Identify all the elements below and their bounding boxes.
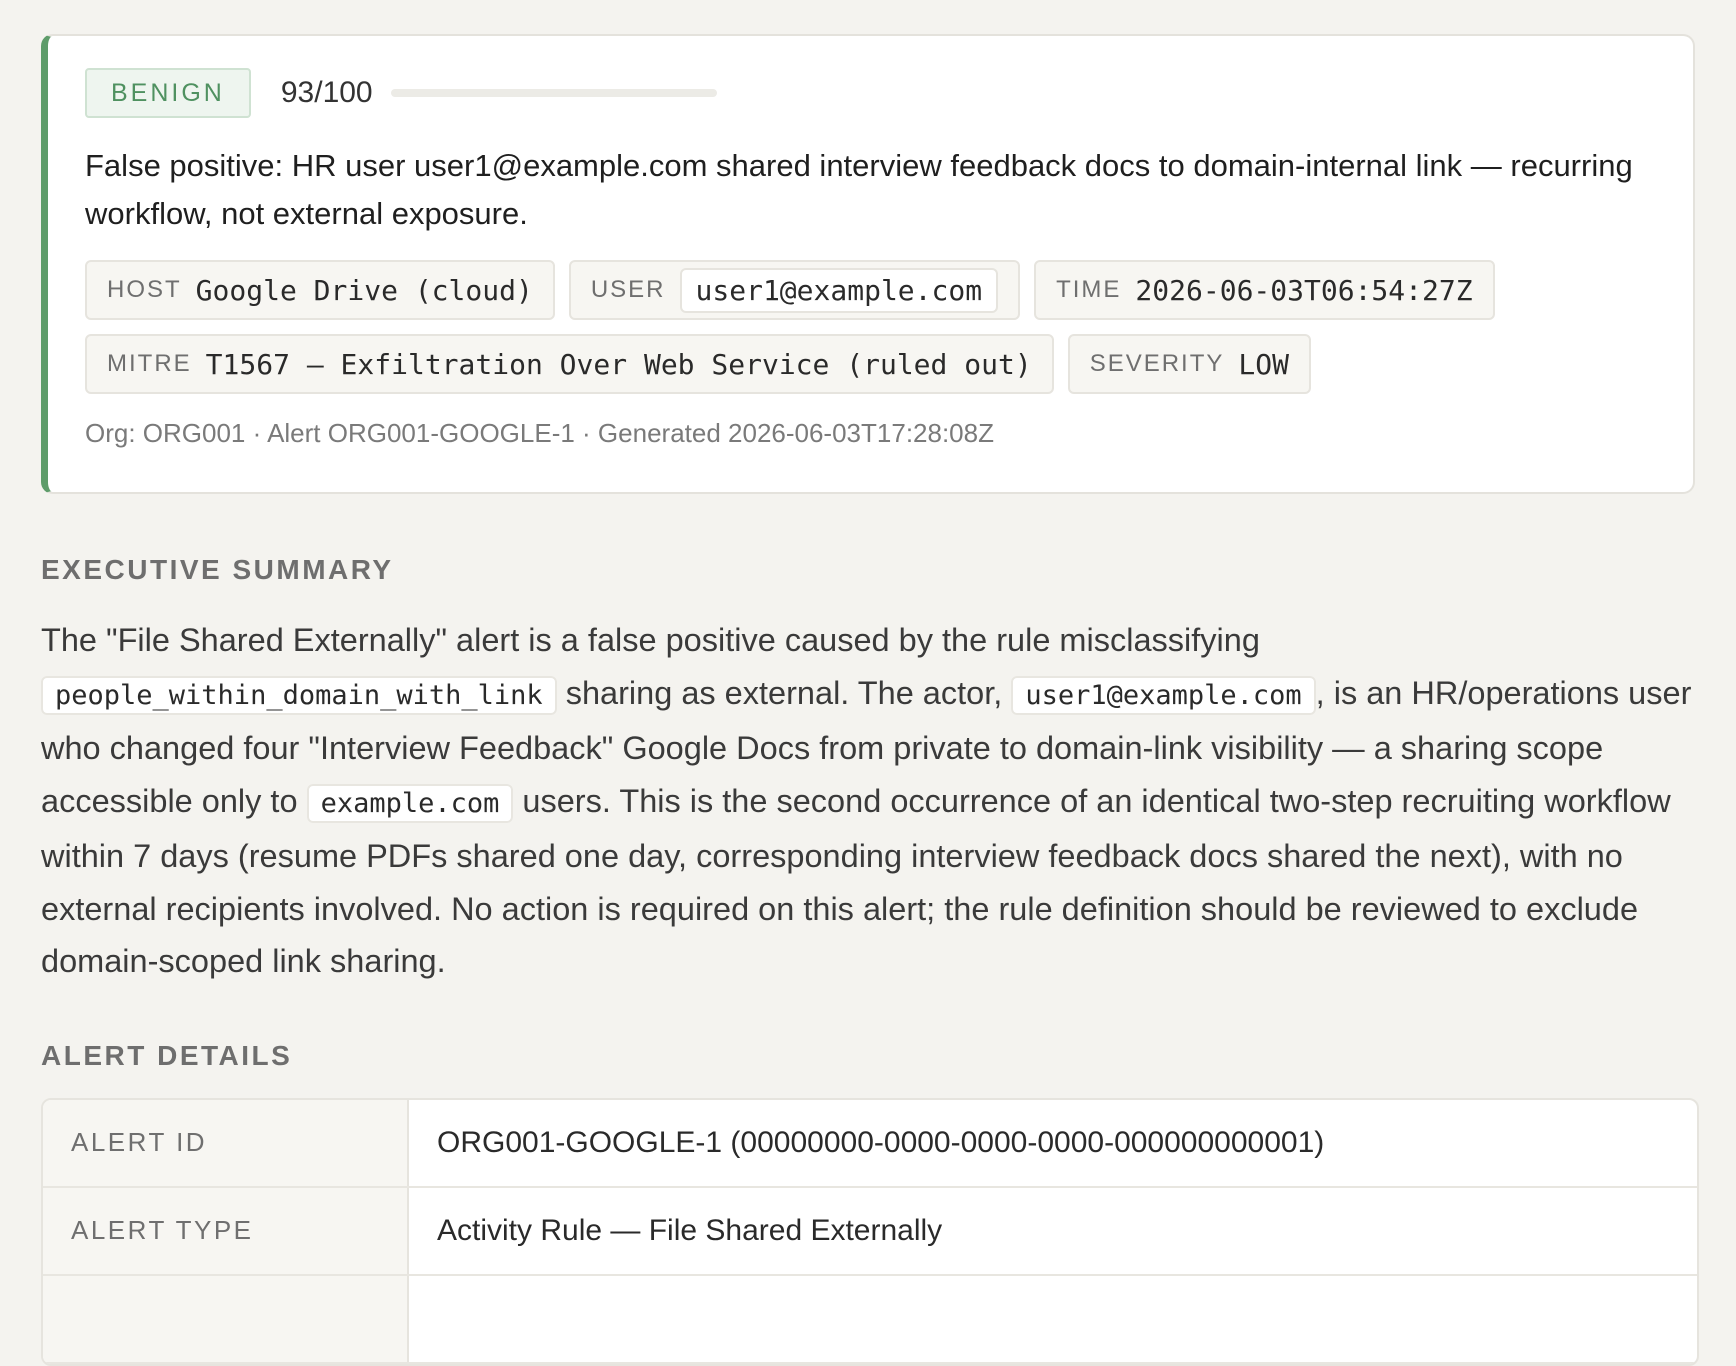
tag-row-2: MITRE T1567 — Exfiltration Over Web Serv… <box>85 334 1649 394</box>
alert-type-key: ALERT TYPE <box>43 1187 409 1274</box>
user-tag: USER user1@example.com <box>568 260 1021 320</box>
mitre-tag-value: T1567 — Exfiltration Over Web Service (r… <box>205 347 1032 381</box>
executive-summary-text: The "File Shared Externally" alert is a … <box>41 614 1701 988</box>
alert-type-value: Activity Rule — File Shared Externally <box>437 1213 943 1247</box>
executive-summary-part: The "File Shared Externally" alert is a … <box>41 622 1260 658</box>
verdict-header: BENIGN 93/100 <box>85 66 1649 120</box>
tag-row-1: HOST Google Drive (cloud) USER user1@exa… <box>85 260 1649 320</box>
details-value-cell <box>409 1276 437 1362</box>
alert-details-heading: ALERT DETAILS <box>41 1039 293 1071</box>
alert-details-table: ALERT ID ORG001-GOOGLE-1 (00000000-0000-… <box>41 1097 1699 1366</box>
user-tag-key: USER <box>590 276 666 303</box>
actor-email-code: user1@example.com <box>1011 675 1316 715</box>
verdict-card: BENIGN 93/100 False positive: HR user us… <box>41 34 1695 494</box>
verdict-summary: False positive: HR user user1@example.co… <box>85 148 1633 231</box>
host-tag: HOST Google Drive (cloud) <box>85 260 555 320</box>
severity-tag-value: LOW <box>1238 347 1289 381</box>
table-row <box>43 1275 1697 1364</box>
confidence-score-bar <box>390 89 717 97</box>
table-row: ALERT TYPE Activity Rule — File Shared E… <box>43 1187 1697 1276</box>
verdict-badge: BENIGN <box>85 68 251 118</box>
time-tag-key: TIME <box>1056 276 1122 303</box>
severity-tag: SEVERITY LOW <box>1067 334 1311 394</box>
host-tag-value: Google Drive (cloud) <box>195 273 533 307</box>
mitre-tag: MITRE T1567 — Exfiltration Over Web Serv… <box>85 334 1054 394</box>
table-row: ALERT ID ORG001-GOOGLE-1 (00000000-0000-… <box>43 1099 1697 1188</box>
alert-id-value: ORG001-GOOGLE-1 (00000000-0000-0000-0000… <box>437 1125 1325 1159</box>
domain-code: example.com <box>306 783 514 823</box>
mitre-tag-key: MITRE <box>107 350 192 377</box>
time-tag: TIME 2026-06-03T06:54:27Z <box>1034 260 1495 320</box>
executive-summary-part: sharing as external. The actor, <box>556 674 1012 711</box>
report-meta: Org: ORG001 · Alert ORG001-GOOGLE-1 · Ge… <box>85 418 994 448</box>
sharing-scope-code: people_within_domain_with_link <box>41 675 557 715</box>
executive-summary-heading: EXECUTIVE SUMMARY <box>41 554 394 585</box>
alert-report: BENIGN 93/100 False positive: HR user us… <box>41 34 1699 1366</box>
severity-tag-key: SEVERITY <box>1089 350 1225 377</box>
user-tag-value: user1@example.com <box>679 267 999 313</box>
confidence-score: 93/100 <box>280 76 373 109</box>
alert-id-key: ALERT ID <box>43 1099 409 1186</box>
details-key-cell <box>43 1275 409 1362</box>
host-tag-key: HOST <box>107 276 182 303</box>
time-tag-value: 2026-06-03T06:54:27Z <box>1135 273 1473 307</box>
